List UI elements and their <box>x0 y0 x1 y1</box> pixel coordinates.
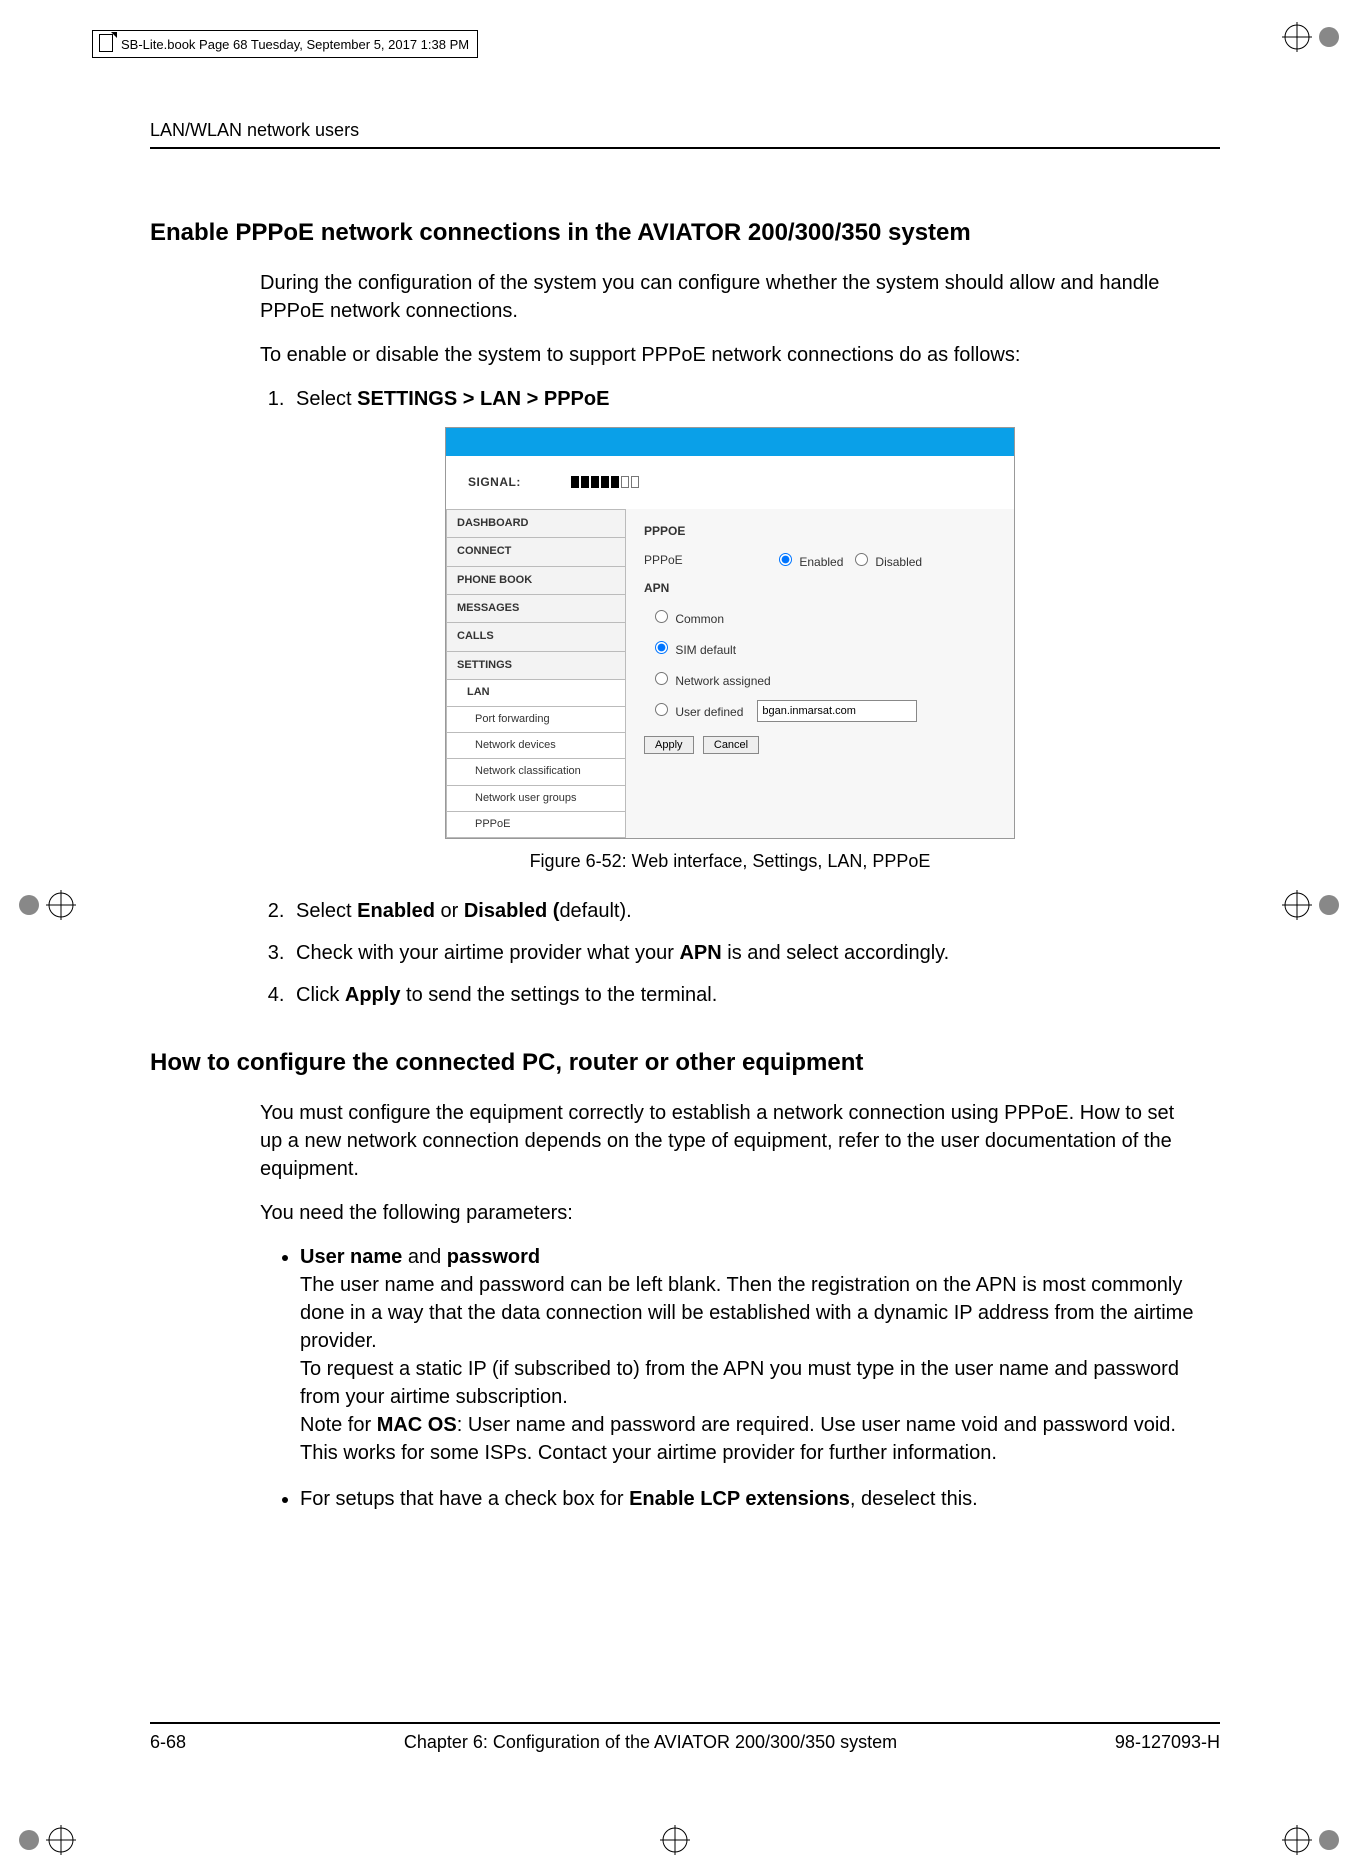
reg-mark-bottom-left <box>18 1825 76 1855</box>
footer-page-number: 6-68 <box>150 1732 186 1753</box>
running-head: LAN/WLAN network users <box>150 120 1220 149</box>
section2-p1: You must configure the equipment correct… <box>260 1099 1200 1183</box>
page-icon <box>99 34 115 54</box>
reg-mark-bottom-right <box>1282 1825 1340 1855</box>
radio-apn-sim-default[interactable]: SIM default <box>650 638 736 659</box>
reg-mark-bottom-center <box>660 1825 690 1855</box>
section2-p2: You need the following parameters: <box>260 1199 1200 1227</box>
nav-dashboard[interactable]: DASHBOARD <box>446 509 626 538</box>
print-header-text: SB-Lite.book Page 68 Tuesday, September … <box>121 38 469 51</box>
nav-pppoe[interactable]: PPPoE <box>446 812 626 838</box>
pppoe-field-label: PPPoE <box>644 552 774 569</box>
step1-pre: Select <box>296 388 357 410</box>
nav-port-forwarding[interactable]: Port forwarding <box>446 707 626 733</box>
nav-network-devices[interactable]: Network devices <box>446 733 626 759</box>
nav-messages[interactable]: MESSAGES <box>446 595 626 623</box>
radio-apn-network-assigned[interactable]: Network assigned <box>650 669 771 690</box>
radio-pppoe-enabled[interactable]: Enabled <box>774 550 843 571</box>
step-2: Select Enabled or Disabled (default). <box>290 897 1200 925</box>
footer-chapter: Chapter 6: Configuration of the AVIATOR … <box>404 1732 897 1753</box>
bullet-lcp-extensions: For setups that have a check box for Ena… <box>300 1485 1200 1513</box>
nav-phonebook[interactable]: PHONE BOOK <box>446 567 626 595</box>
apply-button[interactable]: Apply <box>644 736 694 754</box>
nav-settings[interactable]: SETTINGS <box>446 652 626 680</box>
reg-mark-top-right <box>1282 22 1340 52</box>
bullet-username-password: User name and password The user name and… <box>300 1243 1200 1467</box>
section1-title: Enable PPPoE network connections in the … <box>150 219 1220 247</box>
nav-network-user-groups[interactable]: Network user groups <box>446 786 626 812</box>
nav-lan[interactable]: LAN <box>446 680 626 706</box>
cancel-button[interactable]: Cancel <box>703 736 759 754</box>
apn-group-title: APN <box>644 580 996 597</box>
input-apn-user-defined[interactable] <box>757 700 917 722</box>
figure-6-52: SIGNAL: DASHBOARD CONNECT PHONE BOOK MES… <box>445 427 1015 839</box>
step-3: Check with your airtime provider what yo… <box>290 939 1200 967</box>
step-4: Click Apply to send the settings to the … <box>290 981 1200 1009</box>
step-1: Select SETTINGS > LAN > PPPoE <box>290 385 1200 413</box>
nav-connect[interactable]: CONNECT <box>446 538 626 566</box>
section2-title: How to configure the connected PC, route… <box>150 1049 1220 1077</box>
step1-bold: SETTINGS > LAN > PPPoE <box>357 388 609 410</box>
nav-calls[interactable]: CALLS <box>446 623 626 651</box>
figure-caption: Figure 6-52: Web interface, Settings, LA… <box>260 849 1200 874</box>
signal-label: SIGNAL: <box>468 474 521 491</box>
print-header: SB-Lite.book Page 68 Tuesday, September … <box>92 30 478 58</box>
radio-pppoe-disabled[interactable]: Disabled <box>850 550 922 571</box>
radio-apn-user-defined[interactable]: User defined <box>650 700 743 721</box>
section1-intro2: To enable or disable the system to suppo… <box>260 341 1200 369</box>
radio-apn-common[interactable]: Common <box>650 607 724 628</box>
footer-docnum: 98-127093-H <box>1115 1732 1220 1753</box>
page-footer: 6-68 Chapter 6: Configuration of the AVI… <box>150 1722 1220 1753</box>
webif-sidenav: DASHBOARD CONNECT PHONE BOOK MESSAGES CA… <box>446 509 626 839</box>
pppoe-group-title: PPPOE <box>644 523 996 540</box>
section1-intro1: During the configuration of the system y… <box>260 269 1200 325</box>
nav-network-classification[interactable]: Network classification <box>446 759 626 785</box>
signal-bars <box>571 476 639 488</box>
reg-mark-left <box>18 890 76 920</box>
reg-mark-right <box>1282 890 1340 920</box>
webif-header-bar <box>446 428 1014 456</box>
